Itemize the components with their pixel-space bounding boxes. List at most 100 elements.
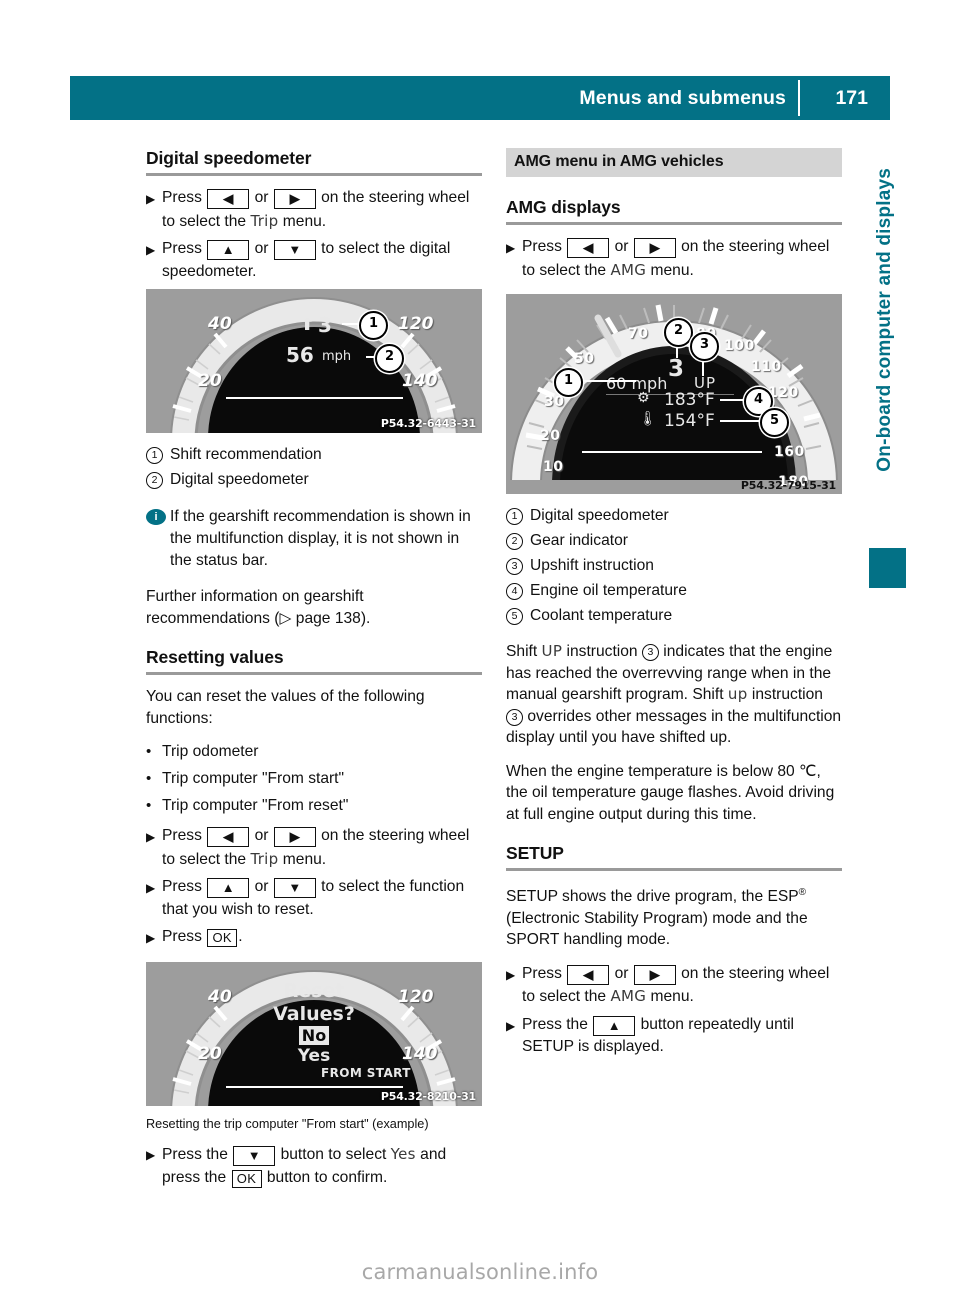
step-text-tail: . bbox=[238, 928, 243, 945]
step-text-or: or bbox=[254, 240, 269, 257]
lcd-bottom-divider bbox=[582, 451, 762, 453]
lcd-gear-value: 3 bbox=[318, 313, 332, 337]
lcd-speed-unit: mph bbox=[322, 349, 352, 364]
key-down-icon: ▼ bbox=[273, 240, 316, 260]
legend-item: 1 Shift recommendation bbox=[146, 443, 482, 467]
key-right-icon: ▶ bbox=[633, 238, 676, 258]
option-yes-label: Yes bbox=[390, 1145, 416, 1163]
inline-callout-3: 3 bbox=[506, 708, 523, 726]
legend-label: Upshift instruction bbox=[530, 557, 654, 574]
step-text-or: or bbox=[254, 878, 269, 895]
step-text-pre: Press bbox=[162, 189, 202, 206]
heading-rule bbox=[506, 222, 842, 225]
info-note: i If the gearshift recommendation is sho… bbox=[146, 506, 482, 572]
key-left-icon: ◀ bbox=[207, 189, 250, 209]
list-item: • Trip odometer bbox=[146, 741, 482, 763]
lcd-prompt-line1: Reset bbox=[283, 980, 345, 1002]
figure-caption: Resetting the trip computer "From start"… bbox=[146, 1117, 429, 1131]
para-part: Shift bbox=[506, 643, 538, 660]
step-text-tail: button to confirm. bbox=[266, 1168, 388, 1186]
step-select-function: ▶ Press ▲ or ▼ to select the function th… bbox=[146, 876, 482, 921]
legend-number: 4 bbox=[506, 579, 530, 603]
shift-arrow-icon: ⬆ bbox=[300, 315, 315, 335]
menu-name-amg: AMG bbox=[610, 260, 647, 279]
step-text-or: or bbox=[254, 827, 269, 844]
display-word-up-lower: up bbox=[727, 685, 748, 703]
step-marker-icon: ▶ bbox=[146, 1148, 156, 1162]
key-right-icon: ▶ bbox=[273, 189, 316, 209]
legend-item: 1 Digital speedometer bbox=[506, 504, 842, 528]
engine-temperature-text: When the engine temperature is below 80 … bbox=[506, 762, 835, 823]
para-part: instruction bbox=[751, 686, 823, 703]
lcd-footer-label: FROM START bbox=[321, 1066, 411, 1080]
para-part: overrides other messages in the multifun… bbox=[506, 707, 842, 747]
callout-1: 1 bbox=[359, 311, 388, 340]
step-select-digital-speedometer: ▶ Press ▲ or ▼ to select the digital spe… bbox=[146, 238, 482, 283]
lcd-prompt-line2: Values? bbox=[273, 1003, 355, 1025]
key-ok-icon: OK bbox=[231, 1169, 262, 1188]
manual-page: Menus and submenus 171 On-board computer… bbox=[0, 0, 960, 1302]
list-item-label: Trip computer "From start" bbox=[162, 770, 345, 787]
upshift-explanation-text: Shift UP instruction 3 indicates that th… bbox=[506, 641, 842, 749]
legend-number: 5 bbox=[506, 604, 530, 628]
dial-number: 100 bbox=[724, 338, 755, 354]
step-text-pre: Press bbox=[522, 964, 562, 982]
step-text-or: or bbox=[254, 189, 269, 206]
key-up-icon: ▲ bbox=[207, 878, 250, 898]
list-item: • Trip computer "From reset" bbox=[146, 795, 482, 817]
coolant-temp-icon: 🌡 bbox=[639, 411, 657, 427]
legend-label: Shift recommendation bbox=[170, 446, 322, 463]
legend-item: 3 Upshift instruction bbox=[506, 554, 842, 578]
figure-code: P54.32-6443-31 bbox=[380, 417, 476, 430]
page-title: Menus and submenus bbox=[579, 87, 786, 109]
list-item-label: Trip computer "From reset" bbox=[162, 797, 349, 814]
lcd-coolant-temperature: 154°F bbox=[664, 411, 715, 431]
legend-number: 2 bbox=[506, 529, 530, 553]
heading-rule bbox=[506, 868, 842, 871]
key-up-icon: ▲ bbox=[593, 1015, 636, 1036]
heading-resetting-values: Resetting values bbox=[146, 647, 284, 667]
dial-number: 140 bbox=[402, 371, 438, 391]
lcd-oil-temperature: 183°F bbox=[664, 390, 715, 410]
legend-label: Digital speedometer bbox=[170, 471, 309, 488]
bullet-icon: • bbox=[146, 797, 152, 814]
heading-amg-displays: AMG displays bbox=[506, 197, 621, 217]
legend-number: 1 bbox=[506, 504, 530, 528]
lcd-gear-value: 3 bbox=[668, 356, 685, 382]
section-banner-amg-menu: AMG menu in AMG vehicles bbox=[506, 148, 842, 177]
lcd-divider bbox=[226, 397, 403, 399]
step-marker-icon: ▶ bbox=[146, 931, 156, 945]
callout-5: 5 bbox=[760, 408, 789, 437]
lcd-option-yes: Yes bbox=[297, 1046, 331, 1066]
list-item: • Trip computer "From start" bbox=[146, 768, 482, 790]
dial-number: 30 bbox=[544, 394, 565, 410]
key-left-icon: ◀ bbox=[207, 827, 250, 847]
legend-number: 2 bbox=[146, 468, 170, 492]
dial-number: 20 bbox=[540, 428, 561, 444]
bullet-icon: • bbox=[146, 743, 152, 760]
step-text-mid: button to select bbox=[280, 1146, 387, 1163]
key-right-icon: ▶ bbox=[273, 827, 316, 847]
step-text: Press ▲ or ▼ to select the digital speed… bbox=[162, 238, 482, 283]
figure-code: P54.32-7915-31 bbox=[740, 479, 836, 492]
oil-temp-icon: ⚙ bbox=[637, 390, 650, 406]
step-text: Press ◀ or ▶ on the steering wheel to se… bbox=[162, 825, 482, 871]
legend-label: Gear indicator bbox=[530, 532, 628, 549]
site-watermark: carmanualsonline.info bbox=[361, 1260, 599, 1284]
reset-intro-text: You can reset the values of the followin… bbox=[146, 688, 425, 727]
callout-leader bbox=[584, 380, 636, 382]
display-word-up: UP bbox=[541, 642, 563, 660]
figure-amg-cluster: 10 20 30 50 70 80 100 110 120 160 180 60… bbox=[506, 294, 842, 494]
callout-leader bbox=[720, 420, 764, 422]
step-text-tail: menu. bbox=[650, 261, 694, 279]
figure-digital-speedometer: 40 20 120 140 ⬆ 3 56 mph 1 2 P54.32-6443… bbox=[146, 289, 482, 433]
left-column: Digital speedometer ▶ Press ◀ or ▶ on th… bbox=[146, 148, 482, 1194]
step-text-pre: Press bbox=[162, 928, 202, 945]
step-select-trip-menu: ▶ Press ◀ or ▶ on the steering wheel to … bbox=[146, 187, 482, 233]
legend-item: 5 Coolant temperature bbox=[506, 604, 842, 628]
key-ok-icon: OK bbox=[207, 929, 238, 947]
dial-number: 110 bbox=[751, 359, 782, 375]
key-left-icon: ◀ bbox=[567, 964, 610, 985]
step-text-or: or bbox=[614, 238, 629, 255]
setup-description-text: SETUP shows the drive program, the ESP® … bbox=[506, 882, 842, 951]
